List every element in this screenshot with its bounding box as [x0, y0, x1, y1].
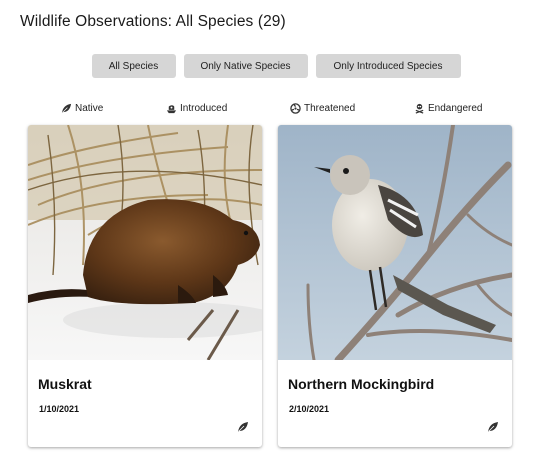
legend-native-label: Native [75, 103, 104, 114]
leaf-icon [488, 422, 498, 432]
mockingbird-photo [278, 125, 512, 360]
muskrat-photo [28, 125, 262, 360]
legend: Native Introduced Threatened Endangered [0, 103, 549, 117]
legend-endangered-label: Endangered [428, 103, 483, 114]
card-title: Muskrat [38, 376, 92, 392]
card-date: 2/10/2021 [289, 404, 330, 414]
hazard-icon [290, 103, 301, 114]
card-title: Northern Mockingbird [288, 376, 435, 392]
leaf-icon [61, 103, 72, 114]
leaf-icon [238, 422, 248, 432]
legend-introduced-label: Introduced [180, 103, 228, 114]
native-species-button[interactable]: Only Native Species [183, 54, 308, 78]
page-title: Wildlife Observations: All Species (29) [20, 13, 286, 30]
skull-crossbones-icon [415, 103, 424, 114]
species-card-northern-mockingbird[interactable]: Northern Mockingbird 2/10/2021 [278, 125, 512, 447]
legend-endangered: Endangered [414, 103, 483, 114]
legend-introduced: Introduced [166, 103, 227, 114]
legend-threatened: Threatened [290, 103, 355, 114]
all-species-button[interactable]: All Species [91, 54, 176, 78]
species-card-muskrat[interactable]: Muskrat 1/10/2021 [28, 125, 262, 447]
legend-threatened-label: Threatened [304, 103, 356, 114]
filter-bar: All Species Only Native Species Only Int… [0, 54, 549, 78]
card-date: 1/10/2021 [39, 404, 80, 414]
introduced-species-button[interactable]: Only Introduced Species [315, 54, 461, 78]
legend-native: Native [61, 103, 103, 114]
ship-icon [166, 105, 177, 114]
